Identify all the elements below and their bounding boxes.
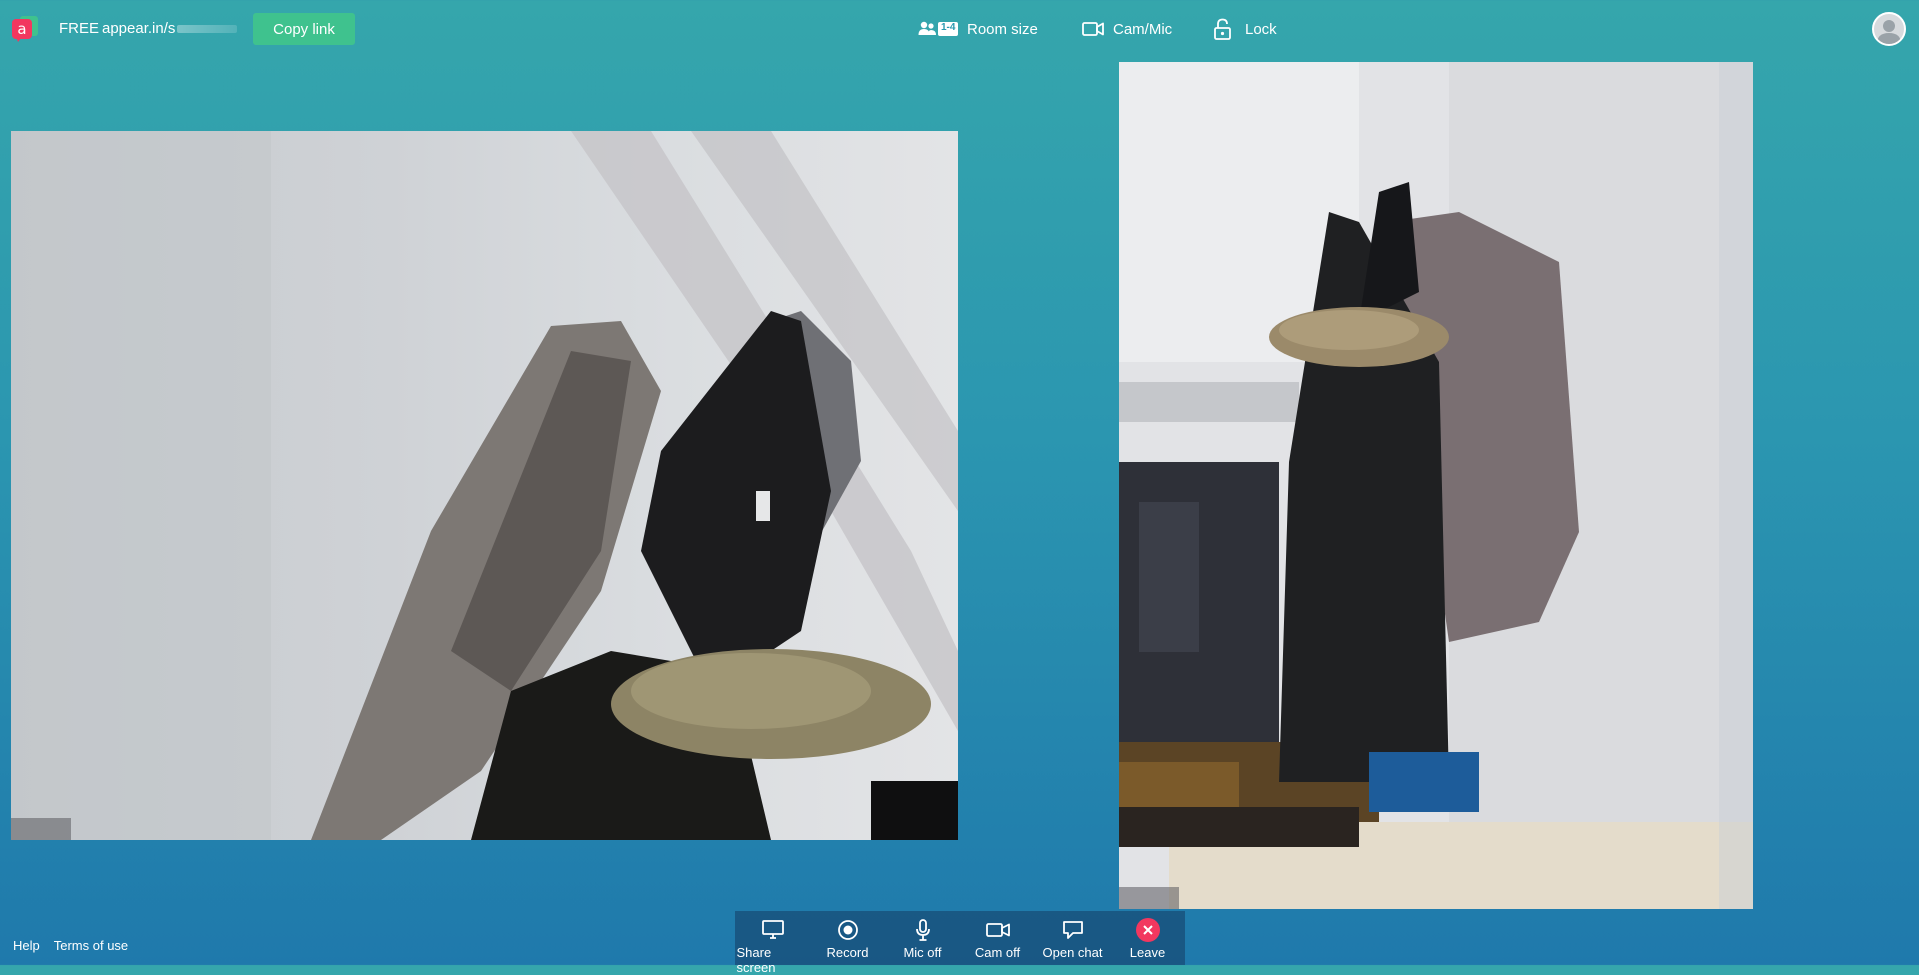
mic-off-label: Mic off (903, 945, 942, 960)
leave-button[interactable]: Leave (1112, 911, 1184, 960)
plan-badge: FREE (59, 20, 100, 37)
cam-mic-label: Cam/Mic (1113, 20, 1173, 38)
lock-label: Lock (1245, 20, 1277, 38)
participant-video-1[interactable] (11, 131, 958, 840)
leave-label: Leave (1129, 945, 1166, 960)
call-controls-bar: Share screen Record Mic off Cam off Open… (735, 911, 1185, 975)
room-size-button[interactable]: 1-4 Room size (918, 16, 1038, 42)
record-button[interactable]: Record (812, 911, 884, 960)
user-avatar[interactable] (1872, 12, 1906, 46)
leave-icon (1135, 918, 1161, 942)
room-size-label: Room size (967, 20, 1038, 38)
microphone-icon (910, 919, 936, 941)
help-link[interactable]: Help (13, 938, 40, 953)
footer-links: Help Terms of use (13, 938, 128, 953)
room-url[interactable]: appear.in/s (102, 20, 238, 37)
video-frame-image (11, 131, 958, 840)
video-frame-image (1119, 62, 1753, 909)
room-name-blurred (177, 25, 238, 34)
chat-bubble-icon (1060, 919, 1086, 941)
top-bar: a FREE appear.in/s Copy link 1-4 Room si… (0, 0, 1919, 58)
monitor-icon (760, 919, 786, 941)
participant-video-2[interactable] (1119, 62, 1753, 909)
open-chat-label: Open chat (1042, 945, 1103, 960)
cam-off-button[interactable]: Cam off (962, 911, 1034, 960)
share-screen-button[interactable]: Share screen (737, 911, 809, 975)
mic-off-button[interactable]: Mic off (887, 911, 959, 960)
unlocked-icon (1212, 18, 1236, 40)
participant-name-tag (11, 818, 71, 840)
room-url-text: appear.in/s (102, 20, 176, 37)
record-label: Record (826, 945, 869, 960)
camera-icon (1082, 21, 1104, 37)
camera-icon (985, 919, 1011, 941)
record-icon (835, 919, 861, 941)
terms-of-use-link[interactable]: Terms of use (54, 938, 128, 953)
room-size-badge: 1-4 (941, 22, 956, 33)
open-chat-button[interactable]: Open chat (1037, 911, 1109, 960)
appear-in-logo-icon[interactable]: a (12, 16, 42, 42)
lock-button[interactable]: Lock (1212, 16, 1277, 42)
svg-text:a: a (17, 20, 26, 38)
copy-link-button[interactable]: Copy link (253, 13, 355, 45)
cam-off-label: Cam off (974, 945, 1021, 960)
share-screen-label: Share screen (736, 945, 776, 975)
cam-mic-button[interactable]: Cam/Mic (1082, 16, 1172, 42)
participant-name-tag (1119, 887, 1179, 909)
